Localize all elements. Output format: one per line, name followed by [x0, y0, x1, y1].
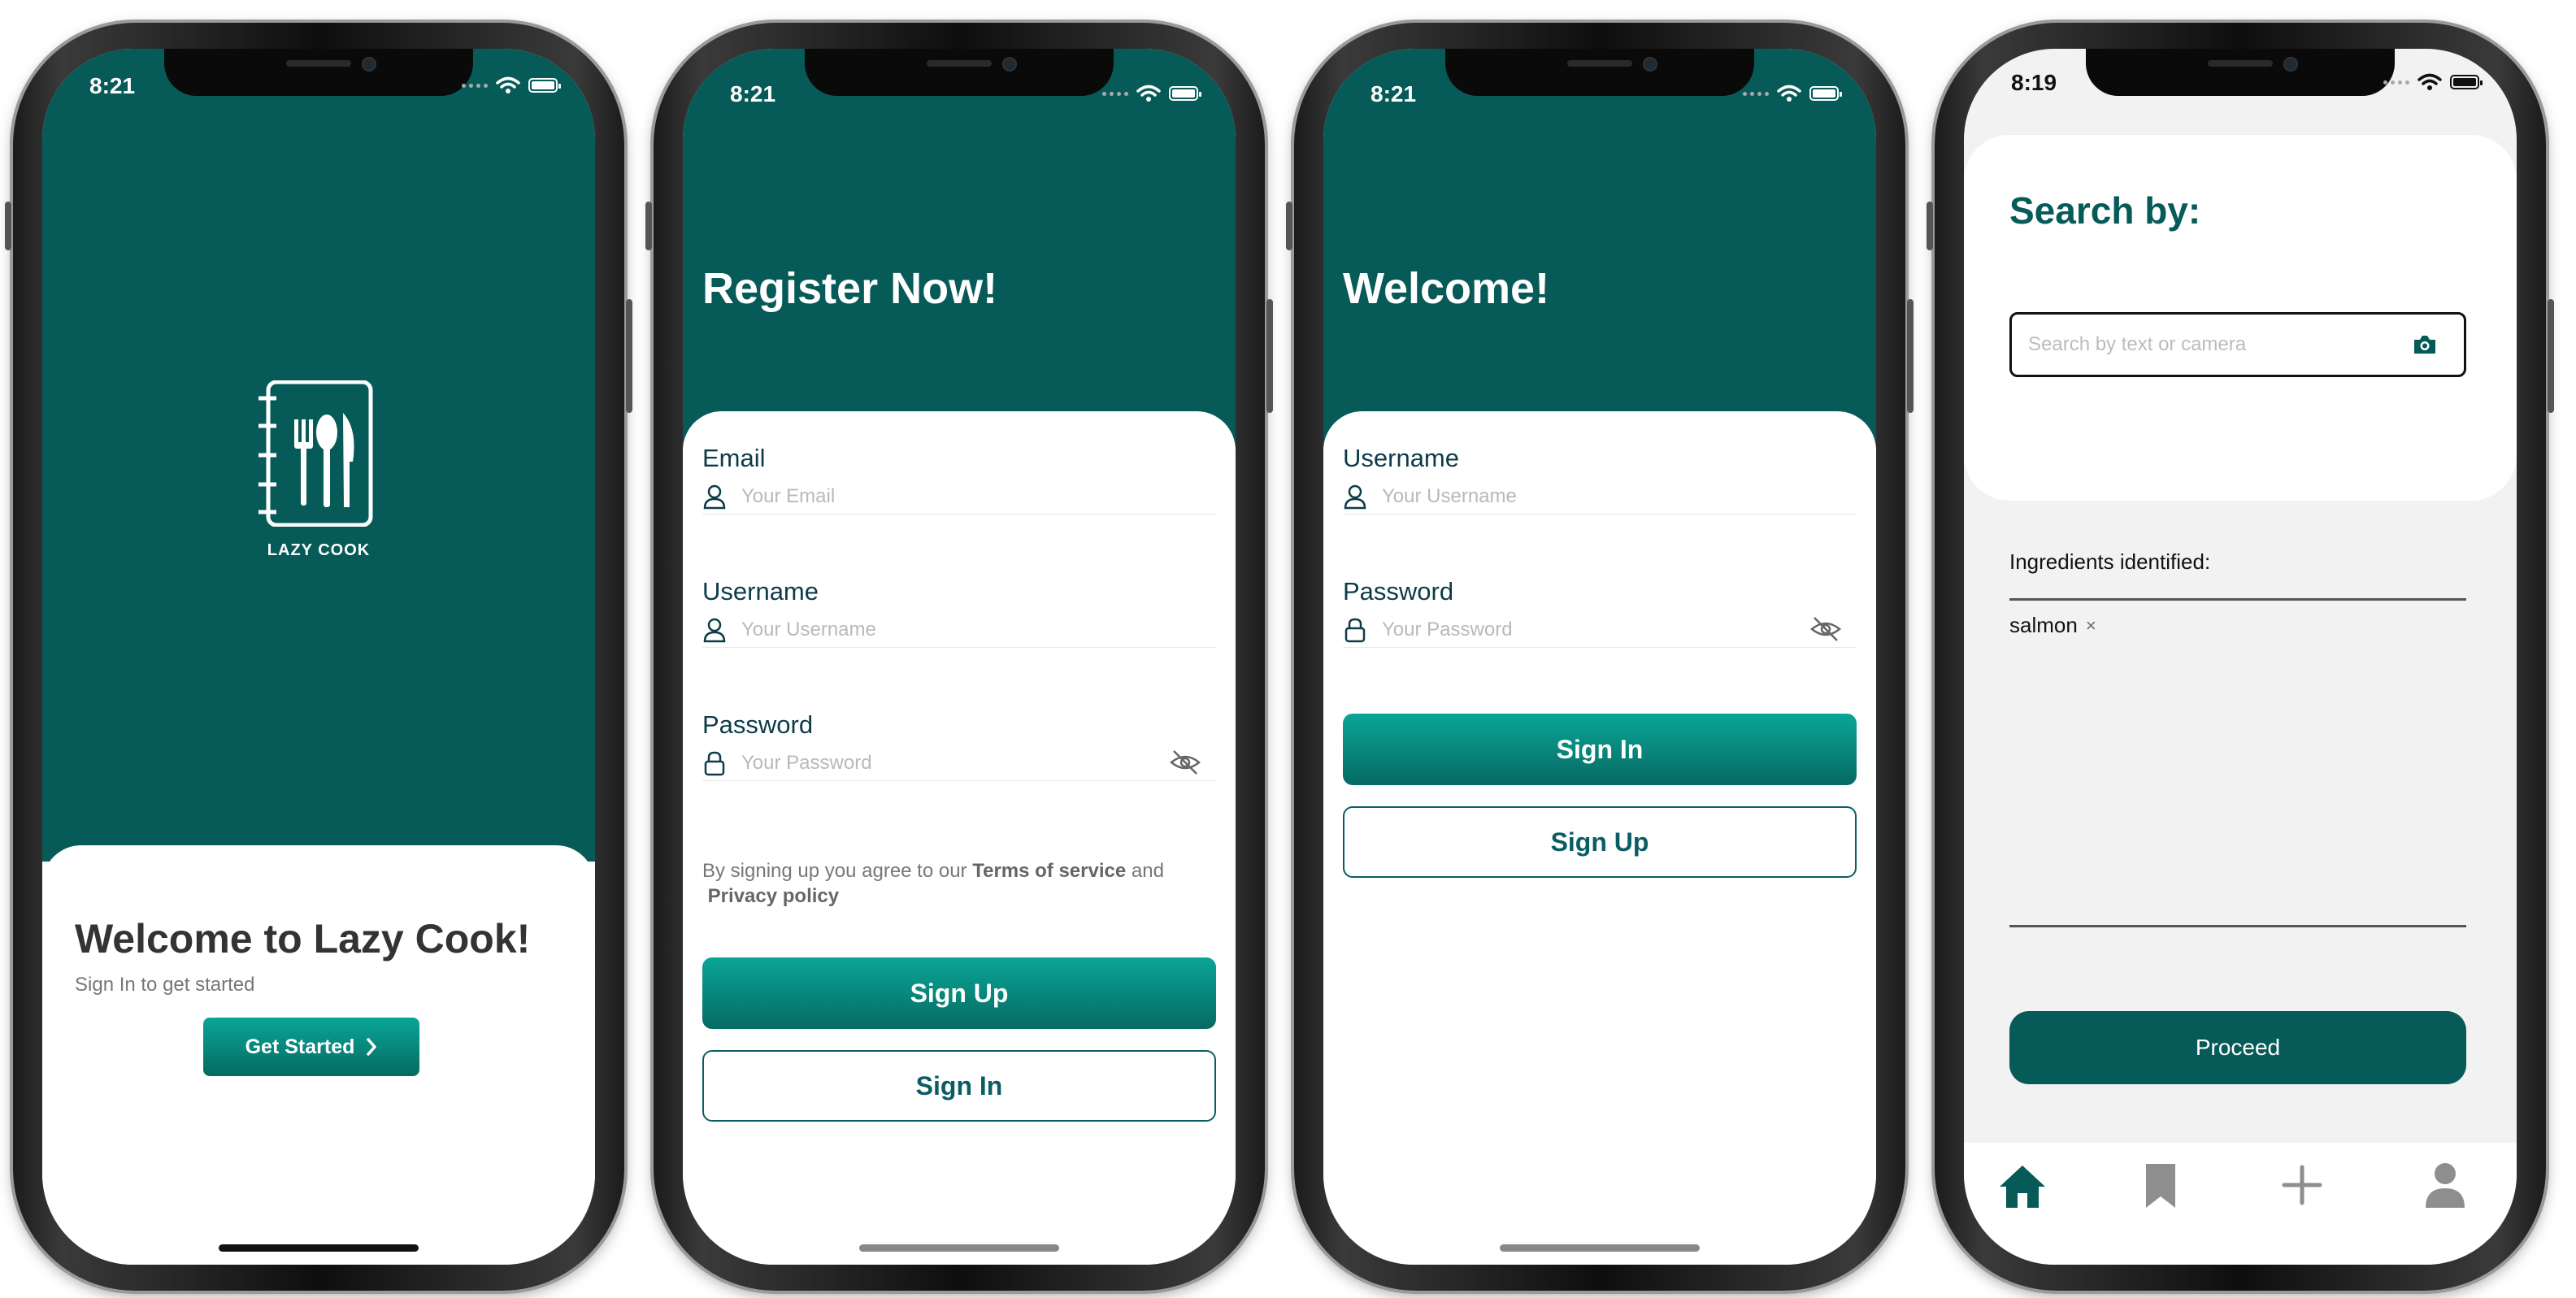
password-placeholder: Your Password: [1382, 619, 1513, 640]
chevron-right-icon: [367, 1038, 377, 1056]
screen-register: 8:21 Register Now! Email Your Email User…: [683, 49, 1236, 1265]
plus-icon[interactable]: [2281, 1164, 2323, 1206]
page-title: Welcome!: [1343, 264, 1550, 313]
sign-up-button[interactable]: Sign Up: [702, 957, 1216, 1029]
wifi-icon: [1777, 85, 1801, 102]
signal-icon: [462, 83, 488, 88]
password-label: Password: [1343, 577, 1454, 606]
status-bar: 8:21: [42, 67, 595, 107]
remove-tag-icon[interactable]: ×: [2086, 615, 2096, 636]
password-label: Password: [702, 710, 814, 739]
lock-icon: [1344, 618, 1366, 643]
battery-icon: [2450, 75, 2483, 89]
username-label: Username: [702, 577, 819, 606]
ingredient-tag-label: salmon: [2009, 613, 2078, 637]
signal-icon: [1102, 91, 1128, 96]
status-bar: 8:21: [683, 75, 1236, 115]
email-placeholder: Your Email: [741, 485, 836, 507]
sign-up-button[interactable]: Sign Up: [1343, 806, 1857, 878]
welcome-heading: Welcome to Lazy Cook!: [75, 916, 531, 962]
wifi-icon: [2417, 73, 2442, 90]
welcome-subtitle: Sign In to get started: [75, 974, 255, 996]
password-field[interactable]: Your Password: [702, 746, 1216, 781]
ingredients-divider-top: [2009, 598, 2466, 601]
home-icon[interactable]: [1996, 1162, 2048, 1211]
privacy-link[interactable]: Privacy policy: [708, 885, 839, 907]
register-form: Email Your Email Username Your Username …: [683, 411, 1236, 1265]
terms-link[interactable]: Terms of service: [972, 860, 1126, 882]
eye-off-icon[interactable]: [1809, 614, 1842, 644]
phone-register: 8:21 Register Now! Email Your Email User…: [645, 23, 1273, 1291]
terms-and: and: [1131, 860, 1164, 882]
splash-card: Welcome to Lazy Cook! Sign In to get sta…: [42, 845, 595, 1265]
ingredients-divider-bottom: [2009, 925, 2466, 927]
screen-login: 8:21 Welcome! Username Your Username Pas…: [1323, 49, 1876, 1265]
ingredients-label: Ingredients identified:: [2009, 549, 2211, 574]
screen-splash: 8:21 LAZY COOK Welcome to Lazy Cook! Sig…: [42, 49, 595, 1265]
status-time: 8:21: [89, 73, 136, 98]
status-time: 8:19: [2011, 70, 2057, 95]
user-icon: [703, 618, 726, 643]
home-indicator: [219, 1244, 419, 1252]
username-placeholder: Your Username: [741, 619, 876, 640]
lock-icon: [704, 751, 725, 776]
screen-search: 8:19 Search by: Search by text or camera: [1964, 49, 2517, 1265]
home-indicator: [859, 1244, 1059, 1252]
signal-icon: [2383, 80, 2409, 85]
terms-text: By signing up you agree to our Terms of …: [702, 858, 1216, 909]
phone-splash: 8:21 LAZY COOK Welcome to Lazy Cook! Sig…: [5, 23, 632, 1291]
status-bar: 8:21: [1323, 75, 1876, 115]
eye-off-icon[interactable]: [1169, 748, 1201, 777]
bookmark-icon[interactable]: [2141, 1161, 2180, 1211]
password-placeholder: Your Password: [741, 752, 872, 774]
signal-icon: [1743, 91, 1769, 96]
wifi-icon: [1136, 85, 1161, 102]
battery-icon: [1169, 86, 1201, 101]
user-icon[interactable]: [2422, 1161, 2468, 1209]
phone-login: 8:21 Welcome! Username Your Username Pas…: [1286, 23, 1914, 1291]
username-label: Username: [1343, 444, 1459, 472]
status-time: 8:21: [1371, 81, 1417, 106]
status-time: 8:21: [730, 81, 776, 106]
user-icon: [703, 484, 726, 510]
search-panel: Search by: Search by text or camera: [1964, 135, 2517, 501]
proceed-button[interactable]: Proceed: [2009, 1011, 2466, 1084]
get-started-button[interactable]: Get Started: [203, 1018, 419, 1076]
password-field[interactable]: Your Password: [1343, 613, 1857, 648]
battery-icon: [528, 78, 561, 93]
page-title: Register Now!: [702, 264, 998, 313]
status-bar: 8:19: [1964, 63, 2517, 104]
login-form: Username Your Username Password Your Pas…: [1323, 411, 1876, 1265]
logo-text: LAZY COOK: [267, 541, 371, 559]
sign-in-button[interactable]: Sign In: [1343, 714, 1857, 785]
search-placeholder: Search by text or camera: [2028, 333, 2247, 355]
terms-prefix: By signing up you agree to our: [702, 860, 967, 882]
ingredient-tag[interactable]: salmon ×: [2009, 613, 2096, 638]
username-placeholder: Your Username: [1382, 485, 1517, 507]
logo: [252, 380, 382, 527]
sign-in-button[interactable]: Sign In: [702, 1050, 1216, 1122]
get-started-label: Get Started: [245, 1035, 355, 1058]
user-icon: [1344, 484, 1366, 510]
wifi-icon: [496, 76, 520, 93]
username-field[interactable]: Your Username: [702, 613, 1216, 648]
username-field[interactable]: Your Username: [1343, 480, 1857, 514]
home-indicator: [1500, 1244, 1700, 1252]
cookbook-logo-icon: [258, 380, 373, 527]
battery-icon: [1809, 86, 1842, 101]
phone-search: 8:19 Search by: Search by text or camera: [1927, 23, 2554, 1291]
email-label: Email: [702, 444, 766, 472]
camera-icon[interactable]: [2412, 333, 2438, 356]
search-input[interactable]: Search by text or camera: [2009, 312, 2466, 377]
tab-bar: [1964, 1143, 2517, 1265]
page-title: Search by:: [2009, 189, 2201, 232]
email-field[interactable]: Your Email: [702, 480, 1216, 514]
